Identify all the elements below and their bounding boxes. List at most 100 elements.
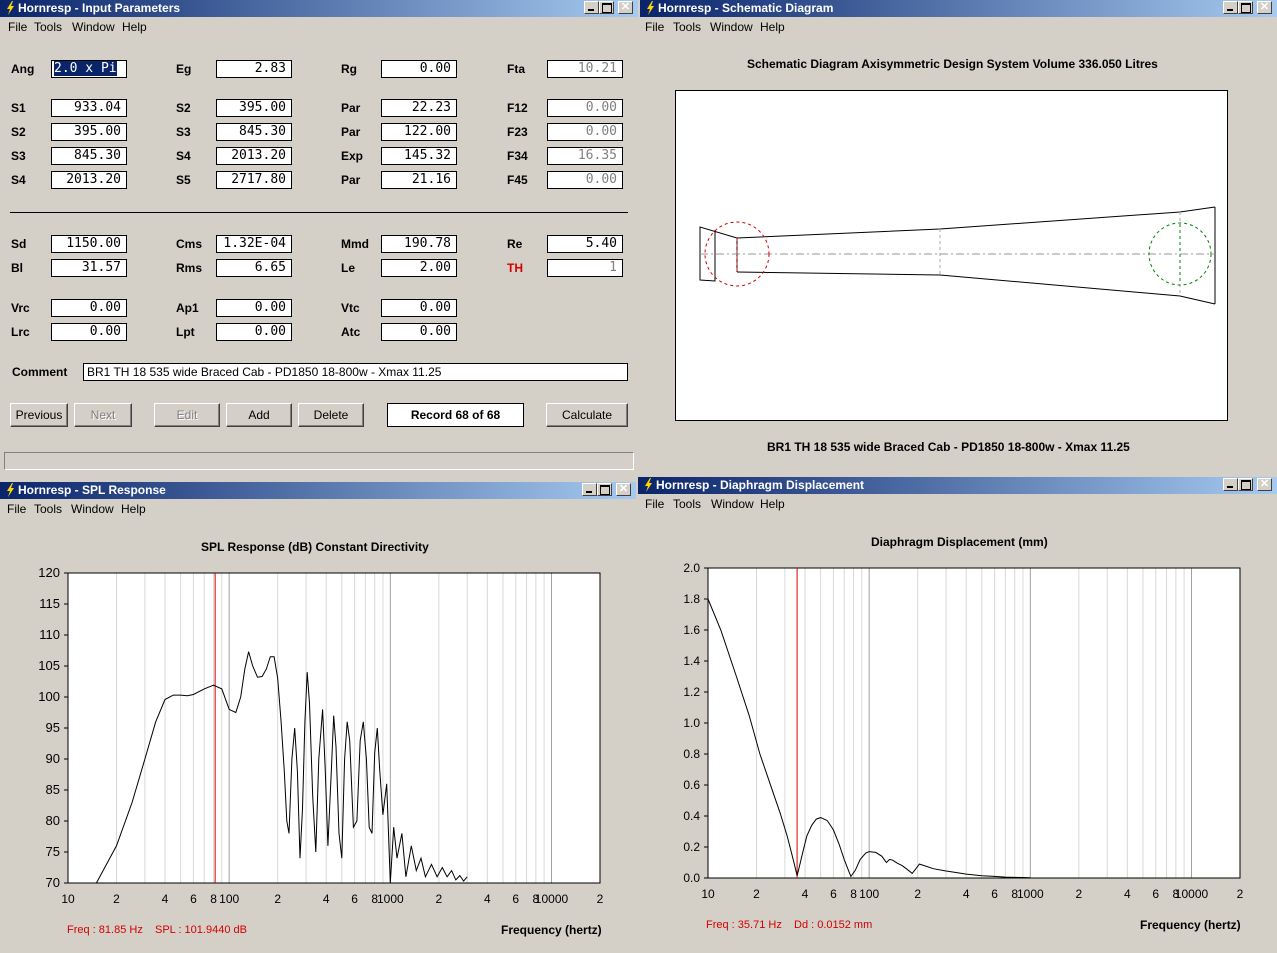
- menu-file[interactable]: File: [8, 20, 27, 34]
- rg-field[interactable]: 0.00: [381, 60, 457, 78]
- menu-file[interactable]: File: [645, 20, 664, 34]
- f12-field[interactable]: 0.00: [547, 99, 623, 117]
- minimize-icon[interactable]: [1223, 478, 1238, 491]
- vtc-field[interactable]: 0.00: [381, 299, 457, 317]
- previous-button[interactable]: Previous: [10, 403, 68, 427]
- sd-field[interactable]: 1150.00: [51, 235, 127, 253]
- hornresp-app-icon: [647, 1, 654, 15]
- eg-field[interactable]: 2.83: [216, 60, 292, 78]
- f12-label: F12: [507, 101, 528, 115]
- cms-field[interactable]: 1.32E-04: [216, 235, 292, 253]
- y-tick-label: 2.0: [683, 561, 700, 575]
- cursor-spl: SPL : 101.9440 dB: [155, 924, 247, 936]
- s3-label: S3: [11, 149, 26, 163]
- close-icon[interactable]: ✕: [1257, 1, 1272, 14]
- re-label: Re: [507, 237, 523, 251]
- menu-tools[interactable]: Tools: [34, 20, 62, 34]
- s3-field[interactable]: 845.30: [51, 147, 127, 165]
- minimize-icon[interactable]: [1223, 1, 1238, 14]
- lpt-field[interactable]: 0.00: [216, 323, 292, 341]
- re-field[interactable]: 5.40: [547, 235, 623, 253]
- th-field[interactable]: 1: [547, 259, 623, 277]
- edit-button[interactable]: Edit: [154, 403, 220, 427]
- menu-window[interactable]: Window: [711, 497, 754, 511]
- atc-field[interactable]: 0.00: [381, 323, 457, 341]
- next-button[interactable]: Next: [74, 403, 132, 427]
- f23-label: F23: [507, 125, 528, 139]
- close-icon[interactable]: ✕: [1257, 478, 1272, 491]
- par-field[interactable]: 21.16: [381, 171, 457, 189]
- delete-button[interactable]: Delete: [298, 403, 364, 427]
- exp-field[interactable]: 145.32: [381, 147, 457, 165]
- menu-file[interactable]: File: [645, 497, 664, 511]
- x-tick-label: 2: [597, 892, 604, 906]
- menu-window[interactable]: Window: [72, 20, 115, 34]
- x-tick-label: 10000: [1175, 887, 1209, 901]
- minimize-icon[interactable]: [582, 483, 597, 496]
- s4-field[interactable]: 2013.20: [51, 171, 127, 189]
- bl-field[interactable]: 31.57: [51, 259, 127, 277]
- calculate-button[interactable]: Calculate: [546, 403, 628, 427]
- vrc-field[interactable]: 0.00: [51, 299, 127, 317]
- maximize-icon[interactable]: [1238, 478, 1253, 491]
- vtc-label: Vtc: [341, 301, 360, 315]
- maximize-icon[interactable]: [1238, 1, 1253, 14]
- s1-field[interactable]: 933.04: [51, 99, 127, 117]
- menu-help[interactable]: Help: [760, 20, 785, 34]
- x-tick-label: 4: [1124, 887, 1131, 901]
- menu-tools[interactable]: Tools: [673, 497, 701, 511]
- ap1-field[interactable]: 0.00: [216, 299, 292, 317]
- s2-field[interactable]: 395.00: [51, 123, 127, 141]
- s4-label: S4: [176, 149, 191, 163]
- s2-label: S2: [176, 101, 191, 115]
- add-button[interactable]: Add: [226, 403, 292, 427]
- maximize-icon[interactable]: [597, 483, 612, 496]
- y-tick-label: 115: [39, 596, 60, 611]
- title-bar[interactable]: Hornresp - Diaphragm Displacement ✕: [638, 477, 1277, 494]
- x-tick-label: 6: [512, 892, 519, 906]
- y-tick-label: 0.2: [683, 840, 700, 854]
- menu-window[interactable]: Window: [710, 20, 753, 34]
- ang-field[interactable]: 2.0 x Pi: [51, 60, 127, 78]
- s5-field[interactable]: 2717.80: [216, 171, 292, 189]
- input-parameters-window: Hornresp - Input Parameters ✕ File Tools…: [0, 0, 638, 476]
- fta-field[interactable]: 10.21: [547, 60, 623, 78]
- menu-help[interactable]: Help: [122, 20, 147, 34]
- x-tick-label: 1000: [1017, 887, 1044, 901]
- title-bar[interactable]: Hornresp - Input Parameters ✕: [0, 0, 638, 17]
- vrc-label: Vrc: [11, 301, 30, 315]
- y-tick-label: 80: [46, 813, 60, 828]
- close-icon[interactable]: ✕: [616, 483, 631, 496]
- menu-window[interactable]: Window: [71, 502, 114, 516]
- mmd-field[interactable]: 190.78: [381, 235, 457, 253]
- f45-field[interactable]: 0.00: [547, 171, 623, 189]
- menu-bar: File Tools Window Help: [0, 499, 636, 519]
- s4-field[interactable]: 2013.20: [216, 147, 292, 165]
- comment-field[interactable]: BR1 TH 18 535 wide Braced Cab - PD1850 1…: [83, 363, 628, 381]
- rms-label: Rms: [176, 261, 203, 275]
- menu-file[interactable]: File: [7, 502, 26, 516]
- title-bar[interactable]: Hornresp - SPL Response ✕: [0, 482, 636, 499]
- rms-field[interactable]: 6.65: [216, 259, 292, 277]
- menu-tools[interactable]: Tools: [34, 502, 62, 516]
- minimize-icon[interactable]: [584, 1, 599, 14]
- le-field[interactable]: 2.00: [381, 259, 457, 277]
- y-tick-label: 0.6: [683, 778, 700, 792]
- close-icon[interactable]: ✕: [618, 1, 633, 14]
- title-bar[interactable]: Hornresp - Schematic Diagram ✕: [640, 0, 1277, 17]
- f23-field[interactable]: 0.00: [547, 123, 623, 141]
- schematic-header: Schematic Diagram Axisymmetric Design Sy…: [747, 57, 1158, 71]
- s2-field[interactable]: 395.00: [216, 99, 292, 117]
- s3-field[interactable]: 845.30: [216, 123, 292, 141]
- f34-field[interactable]: 16.35: [547, 147, 623, 165]
- plot-area: [708, 568, 1240, 878]
- menu-help[interactable]: Help: [760, 497, 785, 511]
- par-field[interactable]: 22.23: [381, 99, 457, 117]
- maximize-icon[interactable]: [599, 1, 614, 14]
- menu-help[interactable]: Help: [121, 502, 146, 516]
- menu-tools[interactable]: Tools: [673, 20, 701, 34]
- lrc-field[interactable]: 0.00: [51, 323, 127, 341]
- par-field[interactable]: 122.00: [381, 123, 457, 141]
- s4-label: S4: [11, 173, 26, 187]
- chart-title: Diaphragm Displacement (mm): [871, 535, 1048, 549]
